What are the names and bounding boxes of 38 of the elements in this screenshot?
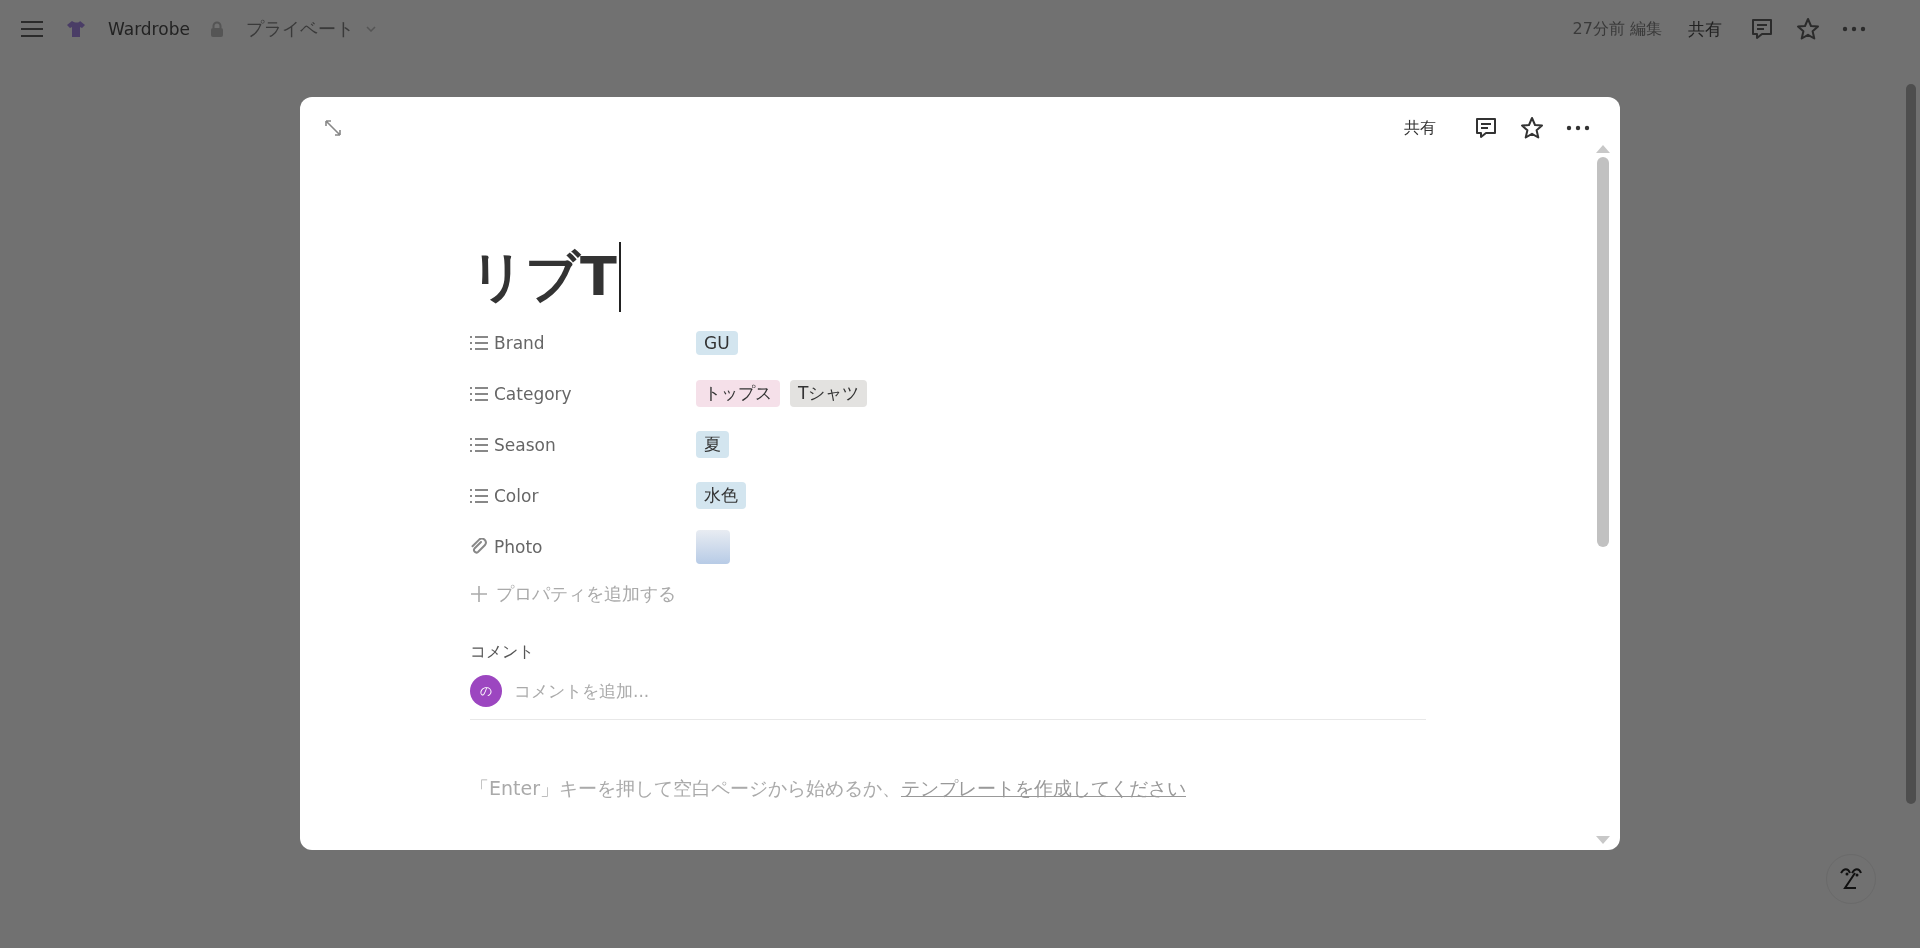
expand-icon[interactable] — [324, 119, 342, 137]
list-icon — [470, 436, 488, 453]
photo-thumbnail[interactable] — [696, 529, 730, 564]
page-scrollbar[interactable] — [1906, 84, 1916, 804]
text-cursor — [618, 242, 621, 312]
avatar: の — [470, 675, 502, 707]
property-name[interactable]: Season — [494, 434, 556, 455]
share-button[interactable]: 共有 — [1398, 113, 1442, 143]
star-icon[interactable] — [1520, 116, 1544, 140]
page-title[interactable]: リブT — [470, 237, 617, 317]
comments-heading: コメント — [470, 642, 535, 663]
lock-icon — [209, 21, 224, 37]
list-icon — [470, 487, 488, 504]
comment-icon[interactable] — [1474, 116, 1498, 140]
more-icon[interactable] — [1566, 125, 1590, 131]
property-name[interactable]: Brand — [494, 332, 545, 353]
menu-icon[interactable] — [20, 19, 44, 39]
paperclip-icon — [470, 537, 488, 556]
plus-icon[interactable] — [470, 585, 488, 603]
share-button[interactable]: 共有 — [1682, 13, 1728, 45]
help-button[interactable] — [1826, 854, 1876, 904]
star-icon[interactable] — [1796, 17, 1820, 41]
property-name[interactable]: Color — [494, 485, 539, 506]
tag: Tシャツ — [790, 380, 868, 407]
tag: GU — [696, 330, 738, 355]
property-name[interactable]: Category — [494, 383, 572, 404]
empty-page-hint: 「Enter」キーを押して空白ページから始めるか、テンプレートを作成してください — [470, 776, 1187, 801]
list-icon — [470, 334, 488, 351]
scroll-up-arrow-icon[interactable] — [1596, 145, 1610, 153]
tag: 夏 — [696, 431, 729, 458]
workspace-title[interactable]: Wardrobe — [108, 19, 190, 39]
tshirt-icon — [66, 20, 86, 38]
tag: トップス — [696, 380, 780, 407]
property-name[interactable]: Photo — [494, 536, 543, 557]
chevron-down-icon[interactable] — [365, 26, 376, 32]
list-icon — [470, 385, 488, 402]
tag: 水色 — [696, 482, 746, 509]
scroll-down-arrow-icon[interactable] — [1596, 836, 1610, 844]
